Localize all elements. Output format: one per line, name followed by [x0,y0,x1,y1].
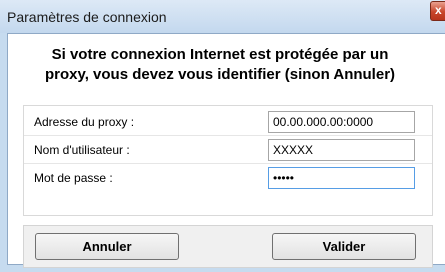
button-bar: Annuler Valider [23,225,433,268]
proxy-row: Adresse du proxy : [24,108,432,136]
close-icon: x [435,3,442,17]
credentials-form: Adresse du proxy : Nom d'utilisateur : M… [23,105,433,216]
proxy-label: Adresse du proxy : [34,115,135,129]
password-input[interactable] [268,167,415,189]
dialog-window: Paramètres de connexion x Si votre conne… [0,0,445,272]
close-button[interactable]: x [430,1,445,21]
title-bar[interactable]: Paramètres de connexion x [0,0,445,33]
instruction-line-2: proxy, vous devez vous identifier (sinon… [44,66,396,83]
password-row: Mot de passe : [24,164,432,192]
instruction-line-1: Si votre connexion Internet est protégée… [51,46,389,63]
password-label: Mot de passe : [34,171,113,185]
username-input[interactable] [268,139,415,161]
cancel-button[interactable]: Annuler [35,233,179,260]
instruction-message: Si votre connexion Internet est protégée… [8,45,432,85]
proxy-address-input[interactable] [268,111,415,133]
username-label: Nom d'utilisateur : [34,143,130,157]
username-row: Nom d'utilisateur : [24,136,432,164]
window-title: Paramètres de connexion [7,9,167,25]
dialog-content: Si votre connexion Internet est protégée… [7,33,445,268]
validate-button[interactable]: Valider [272,233,416,260]
